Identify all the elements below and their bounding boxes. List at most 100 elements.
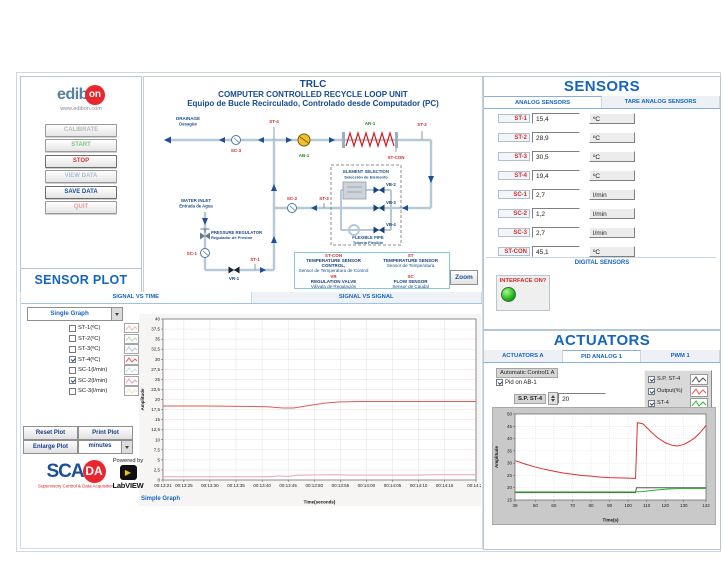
svg-text:25: 25 xyxy=(507,473,513,478)
print-plot-button[interactable]: Print Plot xyxy=(78,426,133,440)
channel-checkbox[interactable] xyxy=(69,377,76,384)
save-data-button[interactable]: SAVE DATA xyxy=(45,186,117,199)
enlarge-plot-button[interactable]: Enlarge Plot xyxy=(23,440,78,454)
channel-checkbox[interactable] xyxy=(69,346,76,353)
start-button[interactable]: START xyxy=(45,139,117,152)
channel-checkbox[interactable] xyxy=(69,388,76,395)
sensor-row-st4: ST-4 19,4 ºC xyxy=(498,169,720,182)
legend-line-sample-icon xyxy=(690,374,708,385)
interface-led-icon xyxy=(501,287,516,302)
svg-text:00:13:25: 00:13:25 xyxy=(175,483,193,488)
sensor-plot-section: SIGNAL VS TIME SIGNAL VS SIGNAL Single G… xyxy=(20,292,483,549)
sensors-panel: SENSORS ANALOG SENSORS TARE ANALOG SENSO… xyxy=(483,76,721,330)
legend-item: SC FLOW SENSOR Sensor de Caudal xyxy=(372,274,449,289)
edibon-logo-text: edib xyxy=(57,86,88,103)
svg-text:35: 35 xyxy=(507,448,513,453)
svg-text:32,5: 32,5 xyxy=(151,347,160,352)
chevron-down-icon[interactable] xyxy=(121,441,132,453)
svg-text:27,5: 27,5 xyxy=(151,367,160,372)
svg-text:12,5: 12,5 xyxy=(151,427,160,432)
svg-text:7,5: 7,5 xyxy=(154,447,161,452)
svg-text:40: 40 xyxy=(507,436,513,441)
svg-text:00:13:30: 00:13:30 xyxy=(201,483,219,488)
heating-element-image-icon xyxy=(343,182,366,199)
diagram-legend: ST-CON TEMPERATURE SENSOR CONTROL, Senso… xyxy=(294,252,450,289)
pid-on-ab1-checkbox-row[interactable]: Pid on AB-1 xyxy=(496,379,537,386)
water-inlet-label: WATER INLET xyxy=(181,198,211,203)
svg-text:20: 20 xyxy=(155,397,161,402)
channel-checkbox[interactable] xyxy=(69,367,76,374)
scada-logo-circle: DA xyxy=(83,460,106,483)
channel-checkbox[interactable] xyxy=(69,356,76,363)
st3-label: ST-3 xyxy=(319,196,329,201)
tab-pwm-1[interactable]: PWM 1 xyxy=(641,350,720,362)
svg-text:30: 30 xyxy=(507,461,513,466)
svg-text:45: 45 xyxy=(507,424,513,429)
svg-text:15: 15 xyxy=(507,498,513,503)
svg-text:00:14:10: 00:14:10 xyxy=(410,483,428,488)
tab-signal-vs-time[interactable]: SIGNAL VS TIME xyxy=(21,292,252,303)
svg-text:17,5: 17,5 xyxy=(151,407,160,412)
element-selection-label-es: Selección de Elemento xyxy=(344,175,388,180)
labview-icon: ▶ xyxy=(120,465,137,480)
setpoint-stepper[interactable] xyxy=(548,392,558,405)
chevron-down-icon[interactable] xyxy=(111,308,122,320)
sensors-title: SENSORS xyxy=(484,78,720,95)
svg-text:00:13:55: 00:13:55 xyxy=(332,483,350,488)
svg-text:130: 130 xyxy=(680,503,688,508)
sensor-readings: ST-1 15,4 ºC ST-2 28,9 ºC ST-3 30,5 ºC S… xyxy=(484,112,720,264)
scada-logo-text: SCA xyxy=(46,461,83,483)
vb2-valve-icon xyxy=(374,187,385,194)
water-inlet-label-es: Entrada de Agua xyxy=(179,204,213,209)
sensor-row-sc2: SC-2 1,2 l/min xyxy=(498,207,720,220)
st4-label: ST-4 xyxy=(269,119,279,124)
tab-tare-analog-sensors[interactable]: TARE ANALOG SENSORS xyxy=(602,96,720,108)
quit-button[interactable]: QUIT xyxy=(45,201,117,214)
reset-plot-button[interactable]: Reset Plot xyxy=(23,426,78,440)
view-data-button[interactable]: VIEW DATA xyxy=(45,170,117,183)
interface-on-label: INTERFACE ON? xyxy=(497,278,549,284)
zoom-button[interactable]: Zoom xyxy=(450,270,478,285)
actuator-pid-chart: 1520253035404550395060708090100110120130… xyxy=(492,407,716,525)
tab-analog-sensors[interactable]: ANALOG SENSORS xyxy=(484,96,602,108)
legend-checkbox[interactable] xyxy=(648,376,655,383)
legend-row-output[interactable]: Output(%) xyxy=(648,385,708,397)
tab-actuators-a[interactable]: ACTUATORS A xyxy=(484,350,563,362)
vr1-label: VR-1 xyxy=(229,276,240,281)
channel-checkbox[interactable] xyxy=(69,335,76,342)
setpoint-input[interactable]: 20 xyxy=(558,393,606,404)
svg-text:110: 110 xyxy=(643,503,651,508)
st1-label: ST-1 xyxy=(250,257,260,262)
st2-label: ST-2 xyxy=(417,122,427,127)
scada-window: edibon www.edibon.com CALIBRATE START ST… xyxy=(0,0,723,584)
channel-line-sample-icon xyxy=(124,365,139,375)
legend-line-sample-icon xyxy=(690,386,708,397)
sensor-row-st1: ST-1 15,4 ºC xyxy=(498,112,720,125)
time-unit-select[interactable]: minutes xyxy=(78,440,133,454)
svg-text:Time(s): Time(s) xyxy=(603,518,619,523)
actuators-panel: ACTUATORS ACTUATORS A PID ANALOG 1 PWM 1… xyxy=(483,330,721,550)
tab-signal-vs-signal[interactable]: SIGNAL VS SIGNAL xyxy=(252,292,483,303)
graph-mode-select[interactable]: Single Graph xyxy=(27,307,123,321)
svg-text:60: 60 xyxy=(551,503,557,508)
legend-row-sp[interactable]: S.P. ST-4 xyxy=(648,373,708,385)
vb3-label: VB-3 xyxy=(386,200,396,205)
edibon-url: www.edibon.com xyxy=(21,106,141,112)
pid-checkbox[interactable] xyxy=(496,379,503,386)
legend-checkbox[interactable] xyxy=(648,388,655,395)
svg-text:Amplitude: Amplitude xyxy=(494,446,499,468)
channel-checkbox[interactable] xyxy=(69,325,76,332)
actuators-title: ACTUATORS xyxy=(484,332,720,349)
svg-text:00:13:35: 00:13:35 xyxy=(227,483,245,488)
sensor-row-sc1: SC-1 2,7 l/min xyxy=(498,188,720,201)
stop-button[interactable]: STOP xyxy=(45,155,117,168)
sc2-label: SC-2 xyxy=(287,196,298,201)
tab-pid-analog-1[interactable]: PID ANALOG 1 xyxy=(563,350,642,362)
svg-text:30: 30 xyxy=(155,357,161,362)
legend-item: VR REGULATION VALVE Válvula de Regulació… xyxy=(295,274,372,289)
legend-checkbox[interactable] xyxy=(648,400,655,407)
svg-text:2,5: 2,5 xyxy=(154,467,161,472)
calibrate-button[interactable]: CALIBRATE xyxy=(45,124,117,137)
divider xyxy=(486,257,716,258)
sensor-row-st3: ST-3 30,5 ºC xyxy=(498,150,720,163)
